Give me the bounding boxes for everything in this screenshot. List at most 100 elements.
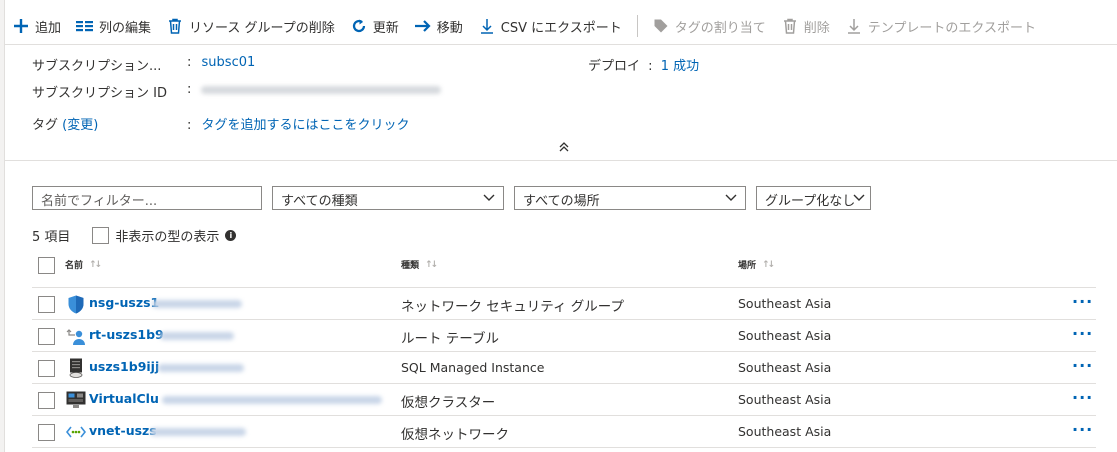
resource-location: Southeast Asia xyxy=(738,392,832,407)
export-template-button[interactable]: テンプレートのエクスポート xyxy=(845,17,1036,36)
subscription-id-value-row: : xyxy=(187,82,442,97)
info-icon: i xyxy=(225,230,237,241)
assign-tags-button[interactable]: タグの割り当て xyxy=(652,17,766,36)
resource-name-link[interactable]: uszs1b9ijj xyxy=(89,359,159,374)
tags-value-row: : タグを追加するにはここをクリック xyxy=(187,114,410,133)
subscription-link[interactable]: subsc01 xyxy=(202,55,256,70)
tags-row: タグ (変更) xyxy=(32,114,98,133)
delete-resource-group-label: リソース グループの削除 xyxy=(189,20,335,36)
trash-icon xyxy=(166,17,184,35)
left-rail xyxy=(0,0,5,452)
subscription-value-row: : subsc01 xyxy=(187,55,255,70)
table-row[interactable]: rt-uszs1b9 ルート テーブル Southeast Asia ··· xyxy=(32,319,1096,351)
virtual-cluster-icon xyxy=(66,390,86,410)
column-header-type-label: 種類 xyxy=(401,261,420,271)
column-header-type[interactable]: 種類 ↑↓ xyxy=(401,258,438,272)
list-summary: 5 項目 非表示の型の表示 i xyxy=(32,226,237,245)
type-filter-value: すべての種類 xyxy=(281,194,358,209)
colon: : xyxy=(187,82,192,97)
column-header-name-label: 名前 xyxy=(65,261,84,271)
refresh-button[interactable]: 更新 xyxy=(350,17,399,36)
route-table-icon xyxy=(66,326,86,346)
column-header-location-label: 場所 xyxy=(738,261,757,271)
download-icon xyxy=(478,17,496,35)
select-all-checkbox[interactable] xyxy=(38,257,55,274)
colon: : xyxy=(187,55,192,70)
subscription-label: サブスクリプション... xyxy=(32,59,162,74)
table-row[interactable]: nsg-uszs1 ネットワーク セキュリティ グループ Southeast A… xyxy=(32,287,1096,319)
refresh-label: 更新 xyxy=(372,20,399,36)
resource-type: 仮想クラスター xyxy=(401,395,496,411)
subscription-id-label: サブスクリプション ID xyxy=(32,86,167,101)
edit-columns-label: 列の編集 xyxy=(99,20,152,36)
redacted-name xyxy=(150,428,246,436)
redacted-name xyxy=(158,364,244,372)
sort-icon: ↑↓ xyxy=(89,259,102,270)
resource-location: Southeast Asia xyxy=(738,424,832,439)
deploy-label: デプロイ xyxy=(588,59,641,74)
export-csv-label: CSV にエクスポート xyxy=(500,20,622,36)
grouping-dropdown[interactable]: グループ化なし xyxy=(756,186,871,210)
redacted-name xyxy=(152,300,242,308)
table-row[interactable]: VirtualClu 仮想クラスター Southeast Asia ··· xyxy=(32,383,1096,415)
deploy-link[interactable]: 1 成功 xyxy=(661,59,699,74)
add-button[interactable]: 追加 xyxy=(12,17,61,36)
colon: : xyxy=(648,59,653,74)
row-checkbox[interactable] xyxy=(38,296,55,313)
table-row[interactable]: vnet-uszs 仮想ネットワーク Southeast Asia ··· xyxy=(32,415,1096,447)
table-row[interactable]: uszs1b9ijj SQL Managed Instance Southeas… xyxy=(32,351,1096,383)
delete-button[interactable]: 削除 xyxy=(781,17,830,36)
column-header-name[interactable]: 名前 ↑↓ xyxy=(65,258,102,272)
name-filter-input[interactable]: 名前でフィルター... xyxy=(32,186,262,210)
resource-name-link[interactable]: VirtualClu xyxy=(89,391,159,406)
type-filter-dropdown[interactable]: すべての種類 xyxy=(272,186,504,210)
grouping-value: グループ化なし xyxy=(765,194,856,209)
row-checkbox[interactable] xyxy=(38,424,55,441)
resource-name-link[interactable]: nsg-uszs1 xyxy=(89,295,159,310)
collapse-essentials-button[interactable] xyxy=(556,140,572,156)
chevron-double-up-icon xyxy=(559,141,569,156)
chevron-down-icon xyxy=(853,191,865,207)
export-template-label: テンプレートのエクスポート xyxy=(867,20,1036,36)
move-button[interactable]: 移動 xyxy=(414,17,463,36)
resource-type: ネットワーク セキュリティ グループ xyxy=(401,299,624,315)
item-count: 5 項目 xyxy=(32,230,71,245)
more-actions-button[interactable]: ··· xyxy=(1072,292,1093,311)
row-checkbox[interactable] xyxy=(38,392,55,409)
location-filter-value: すべての場所 xyxy=(523,194,600,209)
edit-columns-button[interactable]: 列の編集 xyxy=(76,17,151,36)
resource-location: Southeast Asia xyxy=(738,328,832,343)
columns-icon xyxy=(76,17,94,35)
download-icon xyxy=(845,17,863,35)
location-filter-dropdown[interactable]: すべての場所 xyxy=(514,186,746,210)
show-hidden-types-label: 非表示の型の表示 xyxy=(115,230,220,245)
resource-type: 仮想ネットワーク xyxy=(401,427,509,443)
colon: : xyxy=(187,118,192,133)
sql-managed-instance-icon xyxy=(66,358,86,378)
assign-tags-label: タグの割り当て xyxy=(674,20,766,36)
row-checkbox[interactable] xyxy=(38,328,55,345)
redacted-subscription-id xyxy=(201,85,442,94)
arrow-right-icon xyxy=(414,17,432,35)
resource-name-link[interactable]: vnet-uszs xyxy=(89,423,157,438)
show-hidden-types-checkbox[interactable] xyxy=(92,227,110,244)
more-actions-button[interactable]: ··· xyxy=(1072,356,1093,375)
resource-type: ルート テーブル xyxy=(401,331,499,347)
add-tags-link[interactable]: タグを追加するにはここをクリック xyxy=(202,118,410,133)
delete-resource-group-button[interactable]: リソース グループの削除 xyxy=(166,17,335,36)
shield-icon xyxy=(66,294,86,314)
more-actions-button[interactable]: ··· xyxy=(1072,420,1093,439)
virtual-network-icon xyxy=(66,422,86,442)
command-bar: 追加 列の編集 リソース グループの削除 更新 移動 CSV にエクスポート タ… xyxy=(12,10,1051,42)
more-actions-button[interactable]: ··· xyxy=(1072,324,1093,343)
resource-name-link[interactable]: rt-uszs1b9 xyxy=(89,327,164,342)
tags-change-link[interactable]: (変更) xyxy=(62,118,98,133)
redacted-name xyxy=(160,332,234,340)
column-header-location[interactable]: 場所 ↑↓ xyxy=(738,258,775,272)
row-checkbox[interactable] xyxy=(38,360,55,377)
export-csv-button[interactable]: CSV にエクスポート xyxy=(478,17,622,36)
deploy-row: デプロイ : 1 成功 xyxy=(588,55,699,74)
toolbar-divider xyxy=(5,44,1117,45)
more-actions-button[interactable]: ··· xyxy=(1072,388,1093,407)
resource-location: Southeast Asia xyxy=(738,296,832,311)
